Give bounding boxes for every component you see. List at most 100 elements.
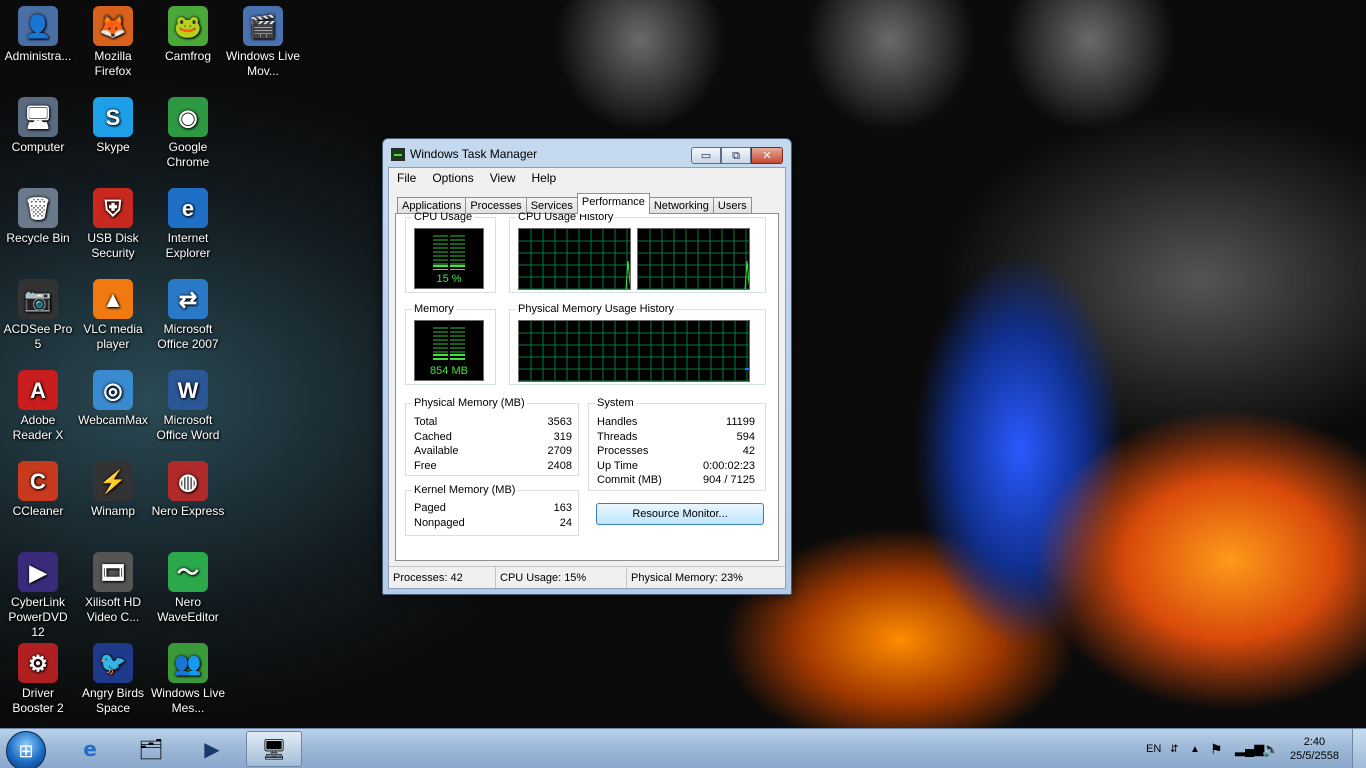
desktop-icon[interactable]: ◎ WebcamMax xyxy=(75,370,151,428)
status-physical-memory: Physical Memory: 23% xyxy=(631,572,743,584)
status-bar: Processes: 42 CPU Usage: 15% Physical Me… xyxy=(389,566,785,588)
app-icon: ◍ xyxy=(168,461,208,501)
stat-key: Total xyxy=(414,416,438,428)
cpu-usage-meter: 15 % xyxy=(414,228,484,289)
app-icon: ▶ xyxy=(18,552,58,592)
minimize-button[interactable]: ▭ xyxy=(691,147,721,164)
taskbar-windows-explorer[interactable]: 🗂 xyxy=(123,731,179,767)
show-hidden-icons-icon[interactable]: ▲ xyxy=(1190,729,1200,768)
desktop-icon-label: Xilisoft HD Video C... xyxy=(84,595,141,624)
desktop-icon-label: Nero WaveEditor xyxy=(157,595,219,624)
desktop-icon[interactable]: 🗑 Recycle Bin xyxy=(0,188,76,246)
stat-row: Total 3563 xyxy=(414,415,572,430)
desktop-icon[interactable]: A Adobe Reader X xyxy=(0,370,76,443)
desktop-icon[interactable]: ⇄ Microsoft Office 2007 xyxy=(150,279,226,352)
stat-row: Handles 11199 xyxy=(597,415,755,430)
desktop-icon[interactable]: ⛨ USB Disk Security xyxy=(75,188,151,261)
desktop-icon[interactable]: ⚡ Winamp xyxy=(75,461,151,519)
stat-row: Nonpaged 24 xyxy=(414,516,572,531)
desktop-icon[interactable]: 🦊 Mozilla Firefox xyxy=(75,6,151,79)
desktop-icon-label: Administra... xyxy=(4,49,72,63)
desktop-icon-label: Recycle Bin xyxy=(6,231,70,245)
close-button[interactable]: ✕ xyxy=(751,147,783,164)
desktop-icon-label: Computer xyxy=(11,140,65,154)
desktop-icon-label: Skype xyxy=(96,140,130,154)
memory-history-label: Physical Memory Usage History xyxy=(518,303,674,315)
desktop-icon-label: Mozilla Firefox xyxy=(94,49,132,78)
desktop-icon[interactable]: 👤 Administra... xyxy=(0,6,76,64)
clock[interactable]: 2:40 25/5/2558 xyxy=(1290,729,1339,768)
stat-value: 0:00:02:23 xyxy=(703,459,755,472)
menu-file[interactable]: File xyxy=(389,171,424,185)
desktop-icon[interactable]: 🐦 Angry Birds Space xyxy=(75,643,151,716)
desktop-icon[interactable]: 🐸 Camfrog xyxy=(150,6,226,64)
taskbar-media-player[interactable]: ▶ xyxy=(184,731,240,767)
app-icon: 🦊 xyxy=(93,6,133,46)
app-icon: 🖥 xyxy=(18,97,58,137)
app-icon: ⚙ xyxy=(18,643,58,683)
desktop-icon-label: CCleaner xyxy=(12,504,64,518)
desktop-icon[interactable]: S Skype xyxy=(75,97,151,155)
desktop-icon-label: Microsoft Office 2007 xyxy=(157,322,219,351)
stat-key: Paged xyxy=(414,502,446,514)
menu-help[interactable]: Help xyxy=(524,171,565,185)
action-center-icon[interactable]: ⚑ xyxy=(1210,729,1223,768)
stat-value: 2709 xyxy=(547,445,572,458)
desktop-icon-label: USB Disk Security xyxy=(87,231,139,260)
menu-bar: File Options View Help xyxy=(389,168,785,188)
stat-value: 594 xyxy=(736,430,755,443)
network-icon[interactable]: ▂▄▆ xyxy=(1235,729,1264,768)
app-icon: 🎞 xyxy=(93,552,133,592)
internet-explorer-icon: e xyxy=(83,737,97,761)
language-indicator[interactable]: EN xyxy=(1146,729,1161,768)
desktop-icon[interactable]: 🎞 Xilisoft HD Video C... xyxy=(75,552,151,625)
desktop-icon[interactable]: 🖥 Computer xyxy=(0,97,76,155)
tab-performance[interactable]: Performance xyxy=(576,193,650,214)
desktop-icon-label: CyberLink PowerDVD 12 xyxy=(8,595,68,639)
app-icon: 〜 xyxy=(168,552,208,592)
desktop-icon-label: ACDSee Pro 5 xyxy=(3,322,73,351)
stat-key: Cached xyxy=(414,430,452,443)
desktop-icon-label: WebcamMax xyxy=(78,413,148,427)
menu-options[interactable]: Options xyxy=(424,171,481,185)
stat-row: Up Time 0:00:02:23 xyxy=(597,459,755,474)
desktop-icon[interactable]: 〜 Nero WaveEditor xyxy=(150,552,226,625)
show-desktop-button[interactable] xyxy=(1352,729,1366,768)
desktop-icon[interactable]: ⚙ Driver Booster 2 xyxy=(0,643,76,716)
stat-value: 904 / 7125 xyxy=(703,474,755,487)
app-icon: 📷 xyxy=(18,279,58,319)
menu-view[interactable]: View xyxy=(482,171,524,185)
stat-row: Processes 42 xyxy=(597,444,755,459)
app-icon: 👥 xyxy=(168,643,208,683)
desktop-icon[interactable]: C CCleaner xyxy=(0,461,76,519)
kernel-memory-label: Kernel Memory (MB) xyxy=(414,484,516,496)
desktop-icon[interactable]: W Microsoft Office Word xyxy=(150,370,226,443)
app-icon: S xyxy=(93,97,133,137)
windows-logo-icon: ⊞ xyxy=(18,740,34,762)
language-options-icon[interactable]: ⇵ xyxy=(1170,729,1178,768)
desktop-icon[interactable]: 🎬 Windows Live Mov... xyxy=(225,6,301,79)
desktop-icon[interactable]: ◍ Nero Express xyxy=(150,461,226,519)
app-icon: 🐸 xyxy=(168,6,208,46)
taskbar: ⊞ e 🗂 ▶ 🖥 EN ⇵ ▲ ⚑ ▂▄▆ 🔊 2:40 25/5/2558 xyxy=(0,728,1366,768)
desktop-icon-label: VLC media player xyxy=(83,322,143,351)
stat-row: Available 2709 xyxy=(414,444,572,459)
cpu-usage-label: CPU Usage xyxy=(414,211,473,223)
stat-key: Threads xyxy=(597,430,638,443)
taskbar-internet-explorer[interactable]: e xyxy=(62,731,118,767)
start-button[interactable]: ⊞ xyxy=(6,731,46,768)
desktop-icon[interactable]: 📷 ACDSee Pro 5 xyxy=(0,279,76,352)
restore-button[interactable]: ⧉ xyxy=(721,147,751,164)
restore-icon: ⧉ xyxy=(732,148,740,162)
clock-date: 25/5/2558 xyxy=(1290,750,1339,762)
desktop-icon[interactable]: ▶ CyberLink PowerDVD 12 xyxy=(0,552,76,640)
stat-key: Nonpaged xyxy=(414,516,465,529)
volume-icon[interactable]: 🔊 xyxy=(1262,729,1279,768)
desktop-icon[interactable]: ◉ Google Chrome xyxy=(150,97,226,170)
desktop-icon[interactable]: 👥 Windows Live Mes... xyxy=(150,643,226,716)
app-icon: 👤 xyxy=(18,6,58,46)
desktop-icon[interactable]: e Internet Explorer xyxy=(150,188,226,261)
resource-monitor-button[interactable]: Resource Monitor... xyxy=(596,503,764,525)
taskbar-task-manager[interactable]: 🖥 xyxy=(246,731,302,767)
desktop-icon[interactable]: ▲ VLC media player xyxy=(75,279,151,352)
